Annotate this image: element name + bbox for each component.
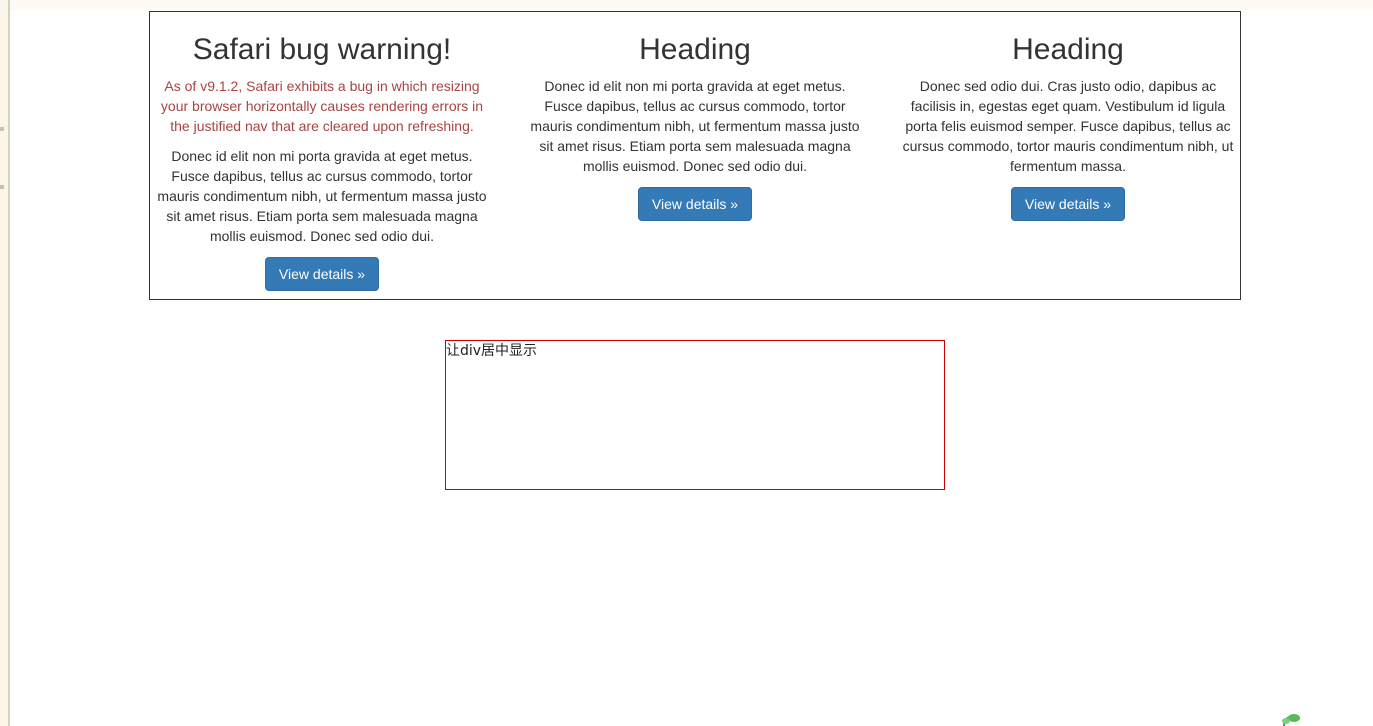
leaf-icon [1278, 712, 1304, 726]
column-body-text: Donec sed odio dui. Cras justo odio, dap… [902, 78, 1234, 174]
column-safari-warning: Safari bug warning! As of v9.1.2, Safari… [152, 12, 492, 291]
column-body-text: Donec id elit non mi porta gravida at eg… [157, 148, 487, 244]
window-left-edge [0, 0, 10, 726]
edge-marker [0, 127, 4, 131]
column-heading: Heading [1012, 33, 1124, 66]
view-details-button[interactable]: View details » [637, 187, 753, 221]
browser-top-strip [0, 0, 1373, 10]
safari-warning-text: As of v9.1.2, Safari exhibits a bug in w… [160, 78, 484, 134]
columns-container: Safari bug warning! As of v9.1.2, Safari… [149, 11, 1241, 300]
view-details-button[interactable]: View details » [1010, 187, 1126, 221]
centered-div-text: 让div居中显示 [446, 343, 538, 359]
edge-marker [0, 185, 4, 189]
column-heading: Heading [639, 33, 751, 66]
centered-div: 让div居中显示 [445, 340, 945, 490]
view-details-button[interactable]: View details » [264, 257, 380, 291]
column-heading: Safari bug warning! [192, 33, 452, 66]
column-heading-3: Heading Donec sed odio dui. Cras justo o… [898, 12, 1238, 221]
column-body-text: Donec id elit non mi porta gravida at eg… [530, 78, 860, 174]
column-heading-2: Heading Donec id elit non mi porta gravi… [525, 12, 865, 221]
